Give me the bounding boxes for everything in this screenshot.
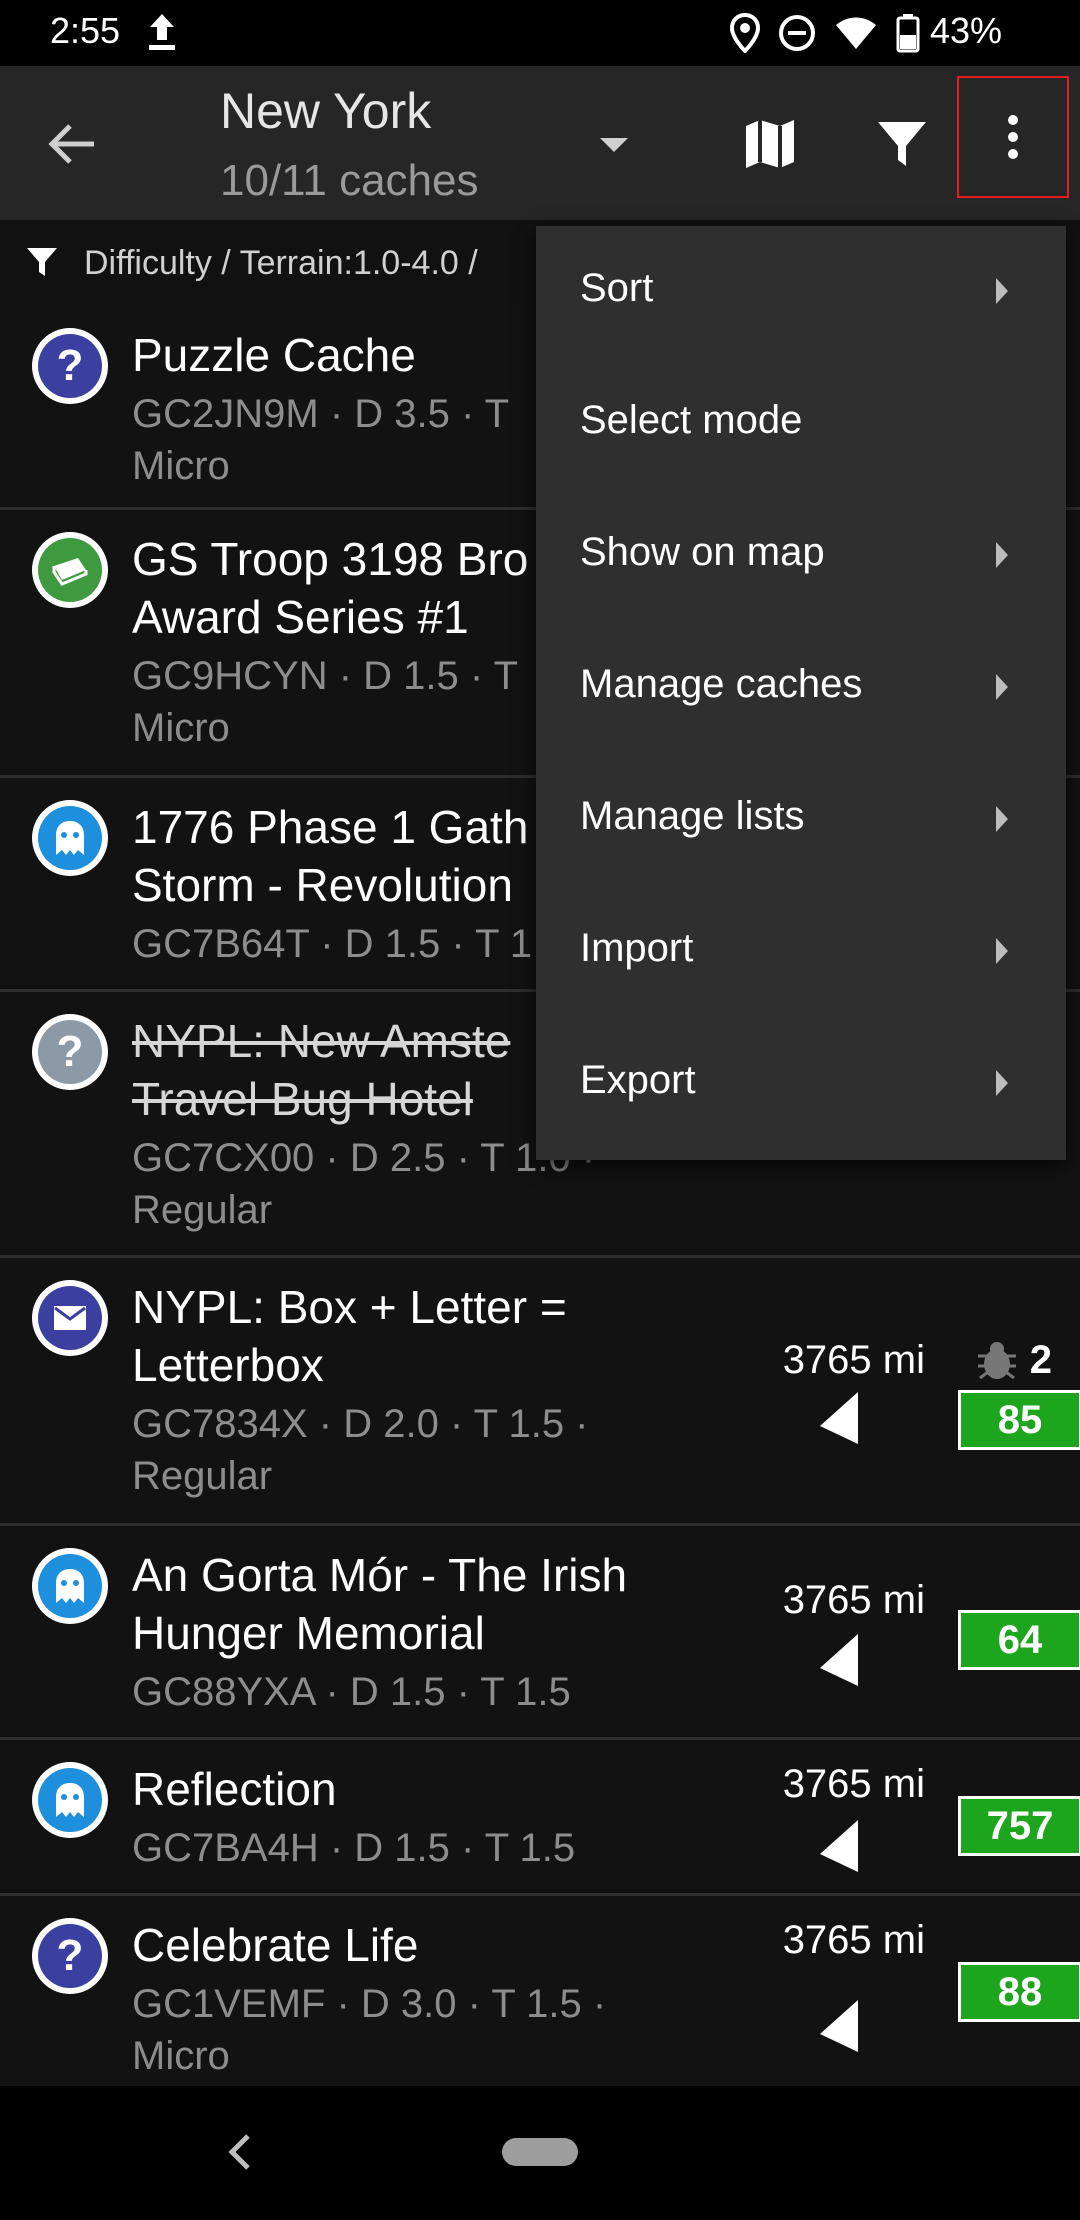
favorites-badge: 64 xyxy=(958,1610,1080,1670)
more-vert-icon xyxy=(1008,115,1018,159)
filter-icon xyxy=(27,248,57,276)
trackable-count: 2 xyxy=(976,1338,1052,1383)
back-arrow-icon[interactable] xyxy=(42,114,102,174)
cache-info: GC7CX00 · D 2.5 · T 1.0 · Regular xyxy=(132,1136,596,1232)
chevron-right-icon xyxy=(996,542,1008,568)
letterbox-cache-icon xyxy=(32,1280,108,1356)
cache-info: GC1VEMF · D 3.0 · T 1.5 · Micro xyxy=(132,1982,607,2078)
cache-name: NYPL: Box + Letter = Letterbox xyxy=(132,1281,567,1391)
wifi-icon xyxy=(836,17,876,49)
toolbar: New York 10/11 caches xyxy=(0,66,1080,220)
favorites-badge: 85 xyxy=(958,1390,1080,1450)
envelope-icon xyxy=(54,1306,86,1330)
cache-name: Celebrate Life xyxy=(132,1919,419,1971)
virtual-cache-icon xyxy=(32,800,108,876)
favorites-badge: 757 xyxy=(958,1796,1080,1856)
cache-name: Puzzle Cache xyxy=(132,329,416,381)
cache-info: GC9HCYN · D 1.5 · T Micro xyxy=(132,654,518,750)
chevron-down-icon[interactable] xyxy=(594,130,634,160)
ghost-icon xyxy=(56,1569,84,1603)
cache-info: GC2JN9M · D 3.5 · T Micro xyxy=(132,392,510,488)
list-subtitle[interactable]: 10/11 caches xyxy=(220,156,478,206)
nav-back-icon[interactable] xyxy=(222,2130,256,2174)
status-bar: 2:55 43% xyxy=(0,0,1080,66)
cache-name: 1776 Phase 1 Gath Storm - Revolution xyxy=(132,801,529,911)
filter-icon[interactable] xyxy=(872,114,932,174)
cache-info: GC7BA4H · D 1.5 · T 1.5 xyxy=(132,1826,576,1870)
cache-name: NYPL: New Amste Travel Bug Hotel xyxy=(132,1015,511,1125)
battery-icon xyxy=(896,14,920,53)
menu-item-manage-lists[interactable]: Manage lists xyxy=(536,754,1066,886)
filter-text: Difficulty / Terrain:1.0-4.0 / xyxy=(84,244,478,282)
cache-info: GC7834X · D 2.0 · T 1.5 · Regular xyxy=(132,1402,589,1498)
system-nav-bar xyxy=(0,2086,1080,2220)
cache-info: GC88YXA · D 1.5 · T 1.5 xyxy=(132,1670,571,1714)
ghost-icon xyxy=(56,1783,84,1817)
status-icons xyxy=(730,12,920,54)
cache-name: GS Troop 3198 Bro Award Series #1 xyxy=(132,533,529,643)
chevron-right-icon xyxy=(996,938,1008,964)
menu-item-select-mode[interactable]: Select mode xyxy=(536,358,1066,490)
direction-arrow-icon xyxy=(820,2000,858,2052)
cache-distance: 3765 mi xyxy=(782,1338,925,1382)
chevron-right-icon xyxy=(996,806,1008,832)
ghost-icon xyxy=(56,821,84,855)
virtual-cache-icon xyxy=(32,1762,108,1838)
overflow-menu: Sort Select mode Show on map Manage cach… xyxy=(536,226,1066,1160)
virtual-cache-icon xyxy=(32,1548,108,1624)
cache-name: Reflection xyxy=(132,1763,337,1815)
mystery-cache-icon: ? xyxy=(32,1918,108,1994)
direction-arrow-icon xyxy=(820,1634,858,1686)
menu-item-import[interactable]: Import xyxy=(536,886,1066,1018)
chevron-right-icon xyxy=(996,278,1008,304)
dnd-icon xyxy=(779,15,815,51)
list-item[interactable]: Reflection GC7BA4H · D 1.5 · T 1.5 3765 … xyxy=(0,1740,1080,1896)
map-icon[interactable] xyxy=(740,114,800,174)
cache-info: GC7B64T · D 1.5 · T 1 xyxy=(132,922,533,966)
battery-percent: 43% xyxy=(929,10,1002,51)
location-icon xyxy=(730,13,760,53)
mystery-cache-icon: ? xyxy=(32,328,108,404)
mystery-cache-disabled-icon: ? xyxy=(32,1014,108,1090)
list-title[interactable]: New York xyxy=(220,82,431,140)
home-pill[interactable] xyxy=(502,2138,578,2166)
cache-name: An Gorta Mór - The Irish Hunger Memorial xyxy=(132,1549,628,1659)
list-item[interactable]: An Gorta Mór - The Irish Hunger Memorial … xyxy=(0,1526,1080,1740)
list-item[interactable]: NYPL: Box + Letter = Letterbox GC7834X · … xyxy=(0,1258,1080,1526)
bug-icon xyxy=(977,1341,1016,1379)
menu-item-manage-caches[interactable]: Manage caches xyxy=(536,622,1066,754)
more-options-button[interactable] xyxy=(957,76,1069,198)
layers-icon xyxy=(52,558,88,586)
chevron-right-icon xyxy=(996,674,1008,700)
list-item[interactable]: ? Celebrate Life GC1VEMF · D 3.0 · T 1.5… xyxy=(0,1896,1080,2086)
cache-distance: 3765 mi xyxy=(782,1578,925,1622)
chevron-right-icon xyxy=(996,1070,1008,1096)
cache-distance: 3765 mi xyxy=(782,1762,925,1806)
menu-item-sort[interactable]: Sort xyxy=(536,226,1066,358)
menu-item-export[interactable]: Export xyxy=(536,1018,1066,1150)
cache-distance: 3765 mi xyxy=(782,1918,925,1962)
status-time: 2:55 xyxy=(50,10,121,51)
direction-arrow-icon xyxy=(820,1392,858,1444)
direction-arrow-icon xyxy=(820,1820,858,1872)
menu-item-show-on-map[interactable]: Show on map xyxy=(536,490,1066,622)
favorites-badge: 88 xyxy=(958,1962,1080,2022)
upload-icon xyxy=(149,14,175,50)
earthcache-icon xyxy=(32,532,108,608)
